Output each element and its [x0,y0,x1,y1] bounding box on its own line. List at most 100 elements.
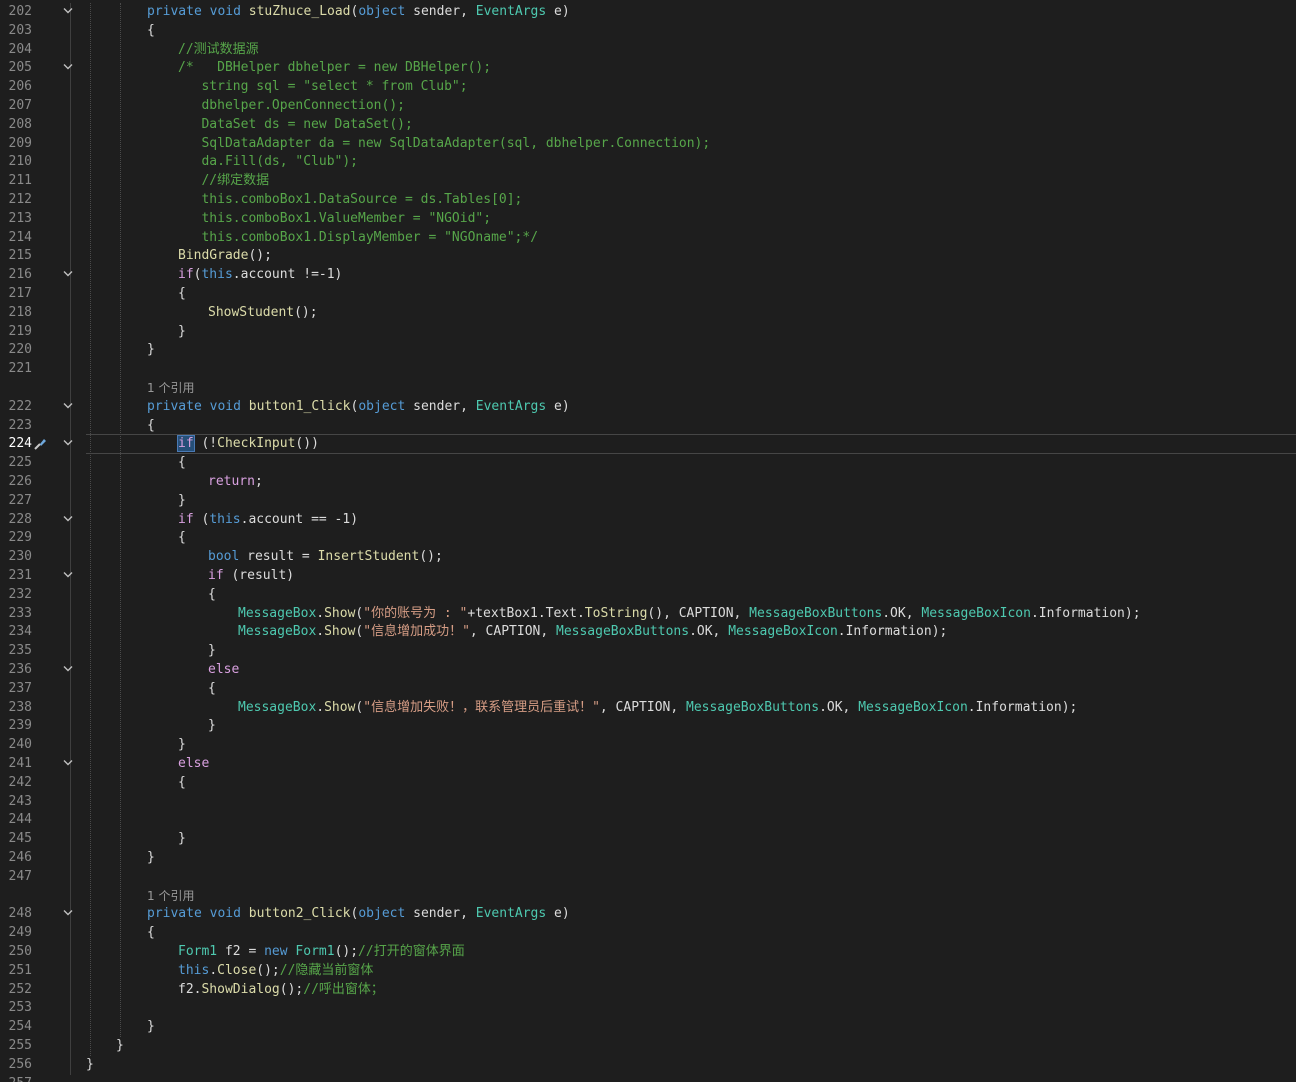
code-line[interactable]: 205 /* DBHelper dbhelper = new DBHelper()… [0,59,1296,77]
code-line[interactable]: 222 private void button1_Click(object sen… [0,398,1296,416]
quick-action-brush-icon[interactable] [32,436,50,452]
code-text[interactable]: { [208,680,216,698]
code-text[interactable]: { [178,774,186,792]
code-line[interactable]: 234 MessageBox.Show("信息增加成功！", CAPTION, M… [0,623,1296,641]
code-line[interactable]: 212 this.comboBox1.DataSource = ds.Table… [0,191,1296,209]
code-line[interactable]: 217 { [0,285,1296,303]
collapse-chevron-icon[interactable] [63,63,73,71]
code-line[interactable]: 250 Form1 f2 = new Form1();//打开的窗体界面 [0,943,1296,961]
code-line[interactable]: 214 this.comboBox1.DisplayMember = "NGOn… [0,229,1296,247]
code-text[interactable]: } [147,1018,155,1036]
collapse-chevron-icon[interactable] [63,402,73,410]
code-line[interactable]: 237 { [0,680,1296,698]
code-line[interactable]: 204 //测试数据源 [0,41,1296,59]
code-text[interactable]: //测试数据源 [178,41,259,59]
code-text[interactable]: private void button1_Click(object sender… [147,398,570,416]
code-text[interactable]: } [147,849,155,867]
code-line[interactable]: 228 if (this.account == -1) [0,511,1296,529]
code-line[interactable]: 254} [0,1018,1296,1036]
code-text[interactable]: //绑定数据 [178,172,269,190]
reference-count-link[interactable]: 1 个引用 [147,887,194,905]
code-line[interactable]: 245} [0,830,1296,848]
code-line[interactable]: 210 da.Fill(ds, "Club"); [0,153,1296,171]
code-line[interactable]: 226 return; [0,473,1296,491]
code-line[interactable]: 218 ShowStudent(); [0,304,1296,322]
code-text[interactable]: { [147,924,155,942]
collapse-chevron-icon[interactable] [63,439,73,447]
code-line[interactable]: 236 else [0,661,1296,679]
code-text[interactable]: } [178,492,186,510]
code-text[interactable]: } [208,642,216,660]
code-text[interactable]: { [178,529,186,547]
code-text[interactable]: MessageBox.Show("信息增加失败！，联系管理员后重试！", CAP… [238,699,1077,717]
code-text[interactable]: } [178,736,186,754]
code-text[interactable]: if (!CheckInput()) [177,435,319,453]
collapse-chevron-icon[interactable] [63,909,73,917]
code-line[interactable]: 252 f2.ShowDialog();//呼出窗体； [0,981,1296,999]
code-line[interactable]: 230 bool result = InsertStudent(); [0,548,1296,566]
code-text[interactable]: } [178,830,186,848]
code-text[interactable]: this.Close();//隐藏当前窗体 [178,962,373,980]
code-line[interactable]: 223 { [0,417,1296,435]
code-text[interactable]: } [86,1056,94,1074]
code-line[interactable]: 215 BindGrade(); [0,247,1296,265]
code-line[interactable]: 219} [0,323,1296,341]
code-text[interactable]: } [116,1037,124,1055]
code-text[interactable]: ShowStudent(); [208,304,318,322]
code-text[interactable]: if (result) [208,567,294,585]
code-line[interactable]: 235} [0,642,1296,660]
code-line[interactable]: 244 [0,811,1296,829]
code-text[interactable]: DataSet ds = new DataSet(); [178,116,412,134]
code-line[interactable]: 249 { [0,924,1296,942]
code-text[interactable]: this.comboBox1.DisplayMember = "NGOname"… [178,229,538,247]
code-line[interactable]: 242 { [0,774,1296,792]
code-text[interactable]: Form1 f2 = new Form1();//打开的窗体界面 [178,943,465,961]
code-line[interactable]: 251 this.Close();//隐藏当前窗体 [0,962,1296,980]
code-text[interactable]: this.comboBox1.DataSource = ds.Tables[0]… [178,191,522,209]
code-text[interactable]: bool result = InsertStudent(); [208,548,443,566]
code-line[interactable]: 227} [0,492,1296,510]
code-line[interactable]: 229 { [0,529,1296,547]
code-line[interactable]: 257 [0,1075,1296,1082]
code-text[interactable]: } [208,717,216,735]
code-text[interactable]: else [178,755,209,773]
code-text[interactable]: } [178,323,186,341]
code-text[interactable]: { [208,586,216,604]
code-text[interactable]: { [178,454,186,472]
code-line[interactable]: 220} [0,341,1296,359]
code-text[interactable]: MessageBox.Show("信息增加成功！", CAPTION, Mess… [238,623,947,641]
references-codelens[interactable]: 1 个引用 [0,379,1296,397]
code-text[interactable]: this.comboBox1.ValueMember = "NGOid"; [178,210,491,228]
code-text[interactable]: private void stuZhuce_Load(object sender… [147,3,570,21]
code-text[interactable]: if (this.account == -1) [178,511,358,529]
code-line[interactable]: 203 { [0,22,1296,40]
code-editor[interactable]: 202 private void stuZhuce_Load(object sen… [0,0,1296,1082]
code-line[interactable]: 232 { [0,586,1296,604]
code-text[interactable]: return; [208,473,263,491]
collapse-chevron-icon[interactable] [63,515,73,523]
code-line[interactable]: 240} [0,736,1296,754]
code-text[interactable]: SqlDataAdapter da = new SqlDataAdapter(s… [178,135,710,153]
code-text[interactable]: f2.ShowDialog();//呼出窗体； [178,981,384,999]
code-line[interactable]: 216 if(this.account !=-1) [0,266,1296,284]
code-line[interactable]: 255} [0,1037,1296,1055]
code-line[interactable]: 253 [0,999,1296,1017]
code-line[interactable]: 241 else [0,755,1296,773]
code-line[interactable]: 231 if (result) [0,567,1296,585]
code-line[interactable]: 256} [0,1056,1296,1074]
code-text[interactable]: else [208,661,239,679]
code-line[interactable]: 238 MessageBox.Show("信息增加失败！，联系管理员后重试！", … [0,699,1296,717]
code-text[interactable]: private void button2_Click(object sender… [147,905,570,923]
code-text[interactable]: /* DBHelper dbhelper = new DBHelper(); [178,59,491,77]
code-text[interactable]: da.Fill(ds, "Club"); [178,153,358,171]
code-line[interactable]: 239} [0,717,1296,735]
code-text[interactable]: } [147,341,155,359]
code-line[interactable]: 247 [0,868,1296,886]
code-line[interactable]: 207 dbhelper.OpenConnection(); [0,97,1296,115]
code-line[interactable]: 206 string sql = "select * from Club"; [0,78,1296,96]
code-line[interactable]: 221 [0,360,1296,378]
code-line[interactable]: 202 private void stuZhuce_Load(object sen… [0,3,1296,21]
collapse-chevron-icon[interactable] [63,665,73,673]
code-line[interactable]: 225 { [0,454,1296,472]
code-text[interactable]: dbhelper.OpenConnection(); [178,97,405,115]
